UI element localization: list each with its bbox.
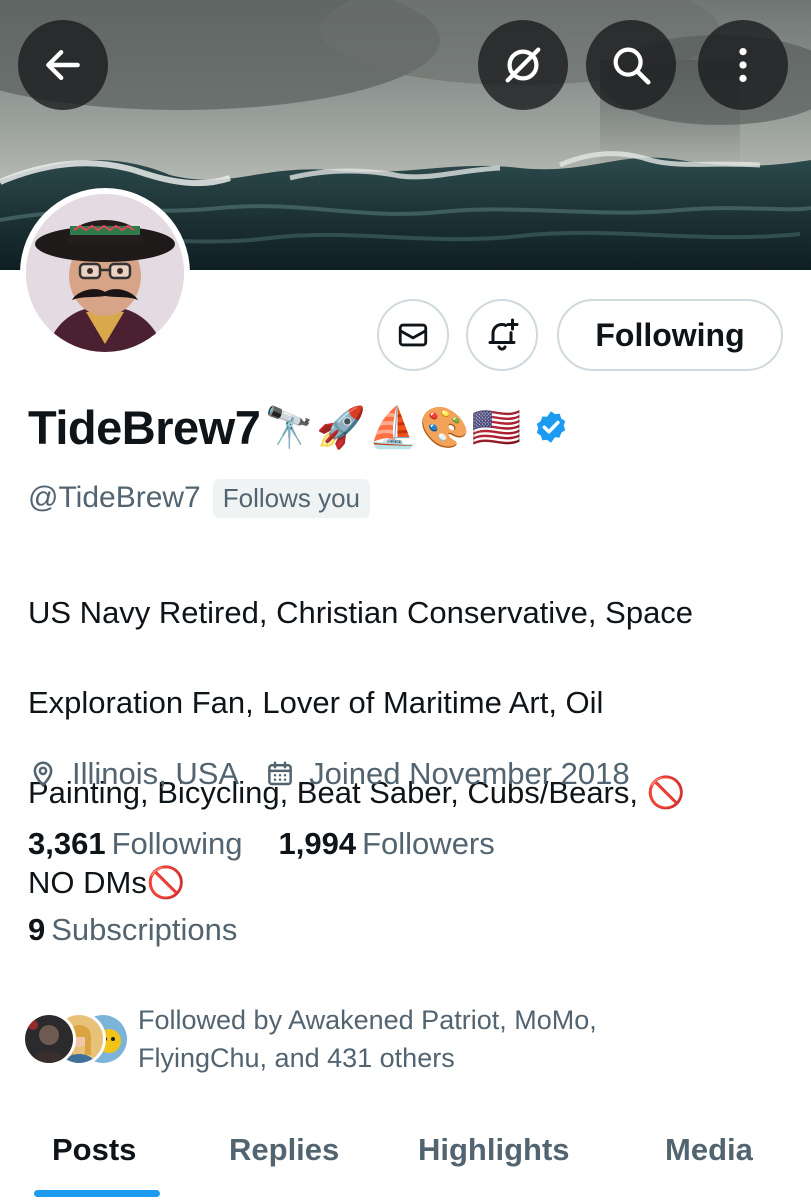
tab-posts[interactable]: Posts bbox=[52, 1110, 136, 1190]
display-name: TideBrew7 bbox=[28, 400, 261, 454]
arrow-left-icon bbox=[46, 49, 80, 81]
location-pin-icon bbox=[33, 761, 53, 788]
followed-by-avatars bbox=[22, 1010, 130, 1068]
more-options-button[interactable] bbox=[698, 20, 788, 110]
following-count-label: Following bbox=[111, 826, 243, 861]
message-button[interactable] bbox=[377, 299, 449, 371]
profile-meta: Illinois, USA Joined November 2018 bbox=[28, 752, 630, 796]
user-handle: @TideBrew7 bbox=[28, 481, 201, 514]
followers-count: 1,994 bbox=[278, 826, 357, 861]
kebab-icon bbox=[739, 47, 747, 83]
following-button[interactable]: Following bbox=[557, 299, 783, 371]
following-count: 3,361 bbox=[28, 826, 106, 861]
search-icon bbox=[613, 47, 651, 85]
bio-line: NO DMs🚫 bbox=[28, 865, 186, 900]
location-text: Illinois, USA bbox=[72, 756, 240, 791]
followed-by[interactable]: Followed by Awakened Patriot, MoMo, Flyi… bbox=[22, 998, 802, 1080]
bio-line: Exploration Fan, Lover of Maritime Art, … bbox=[28, 685, 604, 720]
tab-highlights[interactable]: Highlights bbox=[418, 1110, 570, 1190]
envelope-icon bbox=[398, 323, 428, 347]
hide-button[interactable] bbox=[478, 20, 568, 110]
notifications-button[interactable] bbox=[466, 299, 538, 371]
tab-replies[interactable]: Replies bbox=[229, 1110, 339, 1190]
profile-tabs: Posts Replies Highlights Media bbox=[0, 1110, 811, 1200]
bell-plus-icon bbox=[488, 318, 519, 351]
calendar-icon bbox=[268, 761, 292, 786]
handle-row: @TideBrew7 Follows you bbox=[28, 477, 371, 519]
join-date-text: Joined November 2018 bbox=[309, 756, 630, 791]
no-entry-emoji: 🚫 bbox=[146, 865, 186, 900]
tab-media[interactable]: Media bbox=[665, 1110, 753, 1190]
subscriptions-link[interactable]: 9 Subscriptions bbox=[28, 908, 237, 952]
following-count-link[interactable]: 3,361 Following bbox=[28, 826, 243, 862]
active-tab-indicator bbox=[34, 1190, 160, 1197]
location: Illinois, USA bbox=[28, 756, 239, 792]
no-entry-emoji: 🚫 bbox=[646, 775, 686, 810]
search-button[interactable] bbox=[586, 20, 676, 110]
profile-bio: US Navy Retired, Christian Conservative,… bbox=[28, 545, 788, 950]
followed-by-text: Followed by Awakened Patriot, MoMo, Flyi… bbox=[138, 1005, 597, 1073]
subscriptions-label: Subscriptions bbox=[51, 912, 238, 947]
bio-line: US Navy Retired, Christian Conservative,… bbox=[28, 595, 694, 630]
name-emoji: 🔭🚀⛵🎨🇺🇸 bbox=[264, 404, 524, 451]
profile-avatar[interactable] bbox=[20, 188, 190, 358]
display-name-row: TideBrew7 🔭🚀⛵🎨🇺🇸 bbox=[28, 395, 569, 459]
avatar-image bbox=[26, 194, 184, 352]
followers-count-label: Followers bbox=[362, 826, 495, 861]
follow-counts: 3,361 Following 1,994 Followers bbox=[28, 822, 495, 866]
followers-count-link[interactable]: 1,994 Followers bbox=[279, 826, 495, 862]
verified-badge-icon[interactable] bbox=[533, 409, 569, 445]
join-date: Joined November 2018 bbox=[265, 756, 630, 792]
follows-you-badge: Follows you bbox=[212, 478, 371, 518]
avatar bbox=[22, 1012, 76, 1066]
eye-slash-icon bbox=[505, 47, 541, 83]
subscriptions-count: 9 bbox=[28, 912, 46, 947]
back-button[interactable] bbox=[18, 20, 108, 110]
